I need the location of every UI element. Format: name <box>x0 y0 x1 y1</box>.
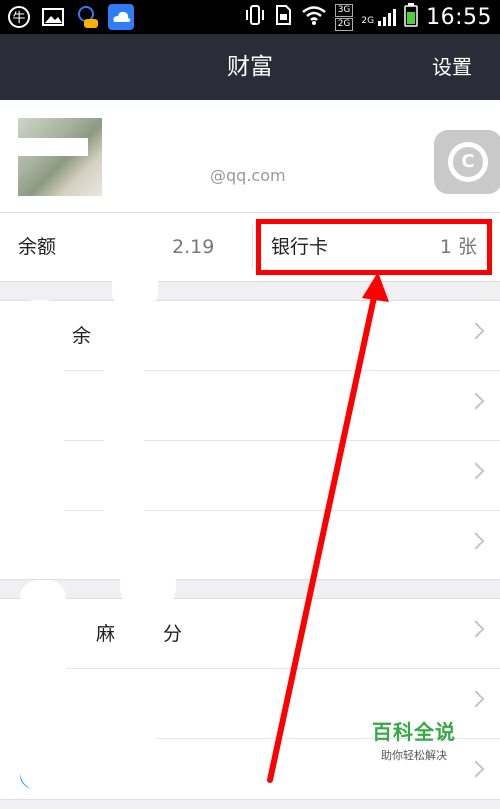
title-bar: 财富 设置 <box>0 34 500 100</box>
list-item-hint: 分 <box>162 623 182 645</box>
page-title: 财富 <box>227 54 273 80</box>
chevron-right-icon <box>467 690 485 708</box>
account-email: @qq.com <box>210 166 286 185</box>
bank-card-count: 1 张 <box>439 236 477 258</box>
vertical-divider <box>252 225 253 269</box>
redaction-stroke <box>112 250 158 310</box>
qr-badge-icon[interactable]: C <box>434 130 500 194</box>
network-badge-top: 3G <box>334 3 354 17</box>
list-item[interactable] <box>0 441 500 511</box>
status-bar: 牛 3G 2G 2G 16:55 <box>0 0 500 34</box>
list-item[interactable] <box>0 511 500 581</box>
balance-label[interactable]: 余额 <box>18 213 56 281</box>
chevron-right-icon <box>467 322 485 340</box>
avatar[interactable] <box>18 118 102 196</box>
niu-icon: 牛 <box>6 4 32 30</box>
balance-value: 2.19 <box>172 236 215 258</box>
network-badge: 3G 2G <box>334 3 354 31</box>
bank-card-button[interactable]: 银行卡 1 张 <box>256 219 492 275</box>
settings-button[interactable]: 设置 <box>432 34 472 100</box>
image-icon <box>40 4 66 30</box>
list-item-label: 麻 <box>96 623 116 645</box>
network-badge-side: 2G <box>361 16 375 26</box>
vibrate-icon <box>245 4 265 30</box>
clock: 16:55 <box>426 4 492 30</box>
qq-chat-icon <box>74 4 100 30</box>
nickname-redaction <box>112 128 192 154</box>
chevron-right-icon <box>467 760 485 778</box>
redaction-stroke <box>380 390 446 426</box>
redaction-stroke <box>20 580 66 790</box>
redaction-stroke <box>104 330 144 530</box>
avatar-redaction <box>18 138 88 156</box>
chevron-right-icon <box>467 620 485 638</box>
watermark-title: 百科全说 <box>372 720 456 744</box>
chevron-right-icon <box>467 392 485 410</box>
list-item-label: 余 <box>72 325 92 347</box>
watermark: 百科全说 助你轻松解决 <box>354 716 474 763</box>
signal-icon: 2G <box>361 8 397 26</box>
account-card[interactable]: C <box>0 100 500 213</box>
cloud-icon <box>108 4 134 30</box>
wifi-icon <box>301 5 327 29</box>
redaction-stroke <box>66 680 156 784</box>
svg-text:牛: 牛 <box>12 11 25 26</box>
redaction-stroke <box>120 560 176 610</box>
network-badge-bottom: 2G <box>334 17 354 31</box>
sim-icon <box>273 4 293 30</box>
qr-badge-mark: C <box>461 151 475 172</box>
wealth-group-1: 余 <box>0 300 500 580</box>
chevron-right-icon <box>467 462 485 480</box>
list-item[interactable]: 麻 分 <box>0 599 500 669</box>
watermark-subtitle: 助你轻松解决 <box>381 749 447 762</box>
chevron-right-icon <box>467 532 485 550</box>
redaction-stroke <box>16 300 64 570</box>
status-right-icons: 3G 2G 2G 16:55 <box>245 0 492 34</box>
list-item[interactable]: 余 <box>0 301 500 371</box>
bank-card-label: 银行卡 <box>271 236 329 258</box>
battery-icon <box>404 3 418 31</box>
status-left-icons: 牛 <box>6 4 134 30</box>
